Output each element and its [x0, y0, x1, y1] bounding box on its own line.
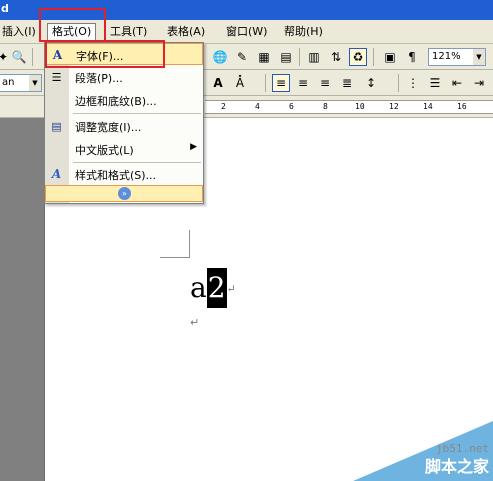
menu-table[interactable]: 表格(A)	[163, 24, 209, 40]
ruler-tick: 16	[457, 102, 467, 111]
font-name-combo[interactable]: an ▼	[0, 74, 42, 92]
ruler-tick: 2	[221, 102, 226, 111]
numbering-icon[interactable]: ⋮	[404, 74, 422, 92]
drawing-icon[interactable]: ♻	[349, 48, 367, 66]
char-border-icon[interactable]: A	[209, 74, 227, 92]
submenu-arrow-icon: ▶	[190, 142, 197, 152]
menu-item-label: 段落(P)...	[75, 72, 123, 85]
hyperlink-icon[interactable]: 🌐	[211, 48, 229, 66]
title-bar: d	[0, 0, 493, 20]
format-menu-dropdown: A 字体(F)... ☰ 段落(P)... 边框和底纹(B)... ▤ 调整宽度…	[44, 42, 204, 204]
menu-item-label: 样式和格式(S)...	[75, 169, 157, 182]
align-center-icon[interactable]: ≡	[294, 74, 312, 92]
toolbar-separator	[32, 48, 33, 66]
bullets-icon[interactable]: ☰	[426, 74, 444, 92]
menu-expand-button[interactable]: »	[45, 185, 203, 202]
font-A-icon: A	[52, 48, 63, 62]
ruler-tick: 8	[323, 102, 328, 111]
decrease-indent-icon[interactable]: ⇤	[448, 74, 466, 92]
styles-A-icon: A	[51, 167, 62, 181]
adjust-width-icon: ▤	[51, 119, 62, 133]
margin-crop-mark	[160, 257, 189, 258]
menu-item-font[interactable]: A 字体(F)...	[45, 43, 203, 65]
margin-crop-mark	[189, 230, 190, 258]
menu-item-label: 边框和底纹(B)...	[75, 95, 157, 108]
paragraph-mark: ↵	[226, 282, 236, 296]
menu-separator	[73, 113, 201, 114]
chevron-down-icon[interactable]: ▼	[473, 49, 485, 65]
ruler-strip: 2 4 6 8 10 12 14 16	[205, 100, 493, 114]
window-title: d	[1, 2, 9, 15]
excel-sheet-icon[interactable]: ▤	[277, 48, 295, 66]
menu-item-label: 字体(F)...	[76, 50, 124, 63]
zoom-combo[interactable]: 121% ▼	[428, 48, 486, 66]
document-map-icon[interactable]: ▣	[381, 48, 399, 66]
menu-item-borders[interactable]: 边框和底纹(B)...	[45, 89, 203, 111]
phonetic-guide-icon[interactable]: A̽	[231, 74, 249, 92]
ruler-tick: 4	[255, 102, 260, 111]
chevron-down-icon[interactable]: ▼	[29, 75, 41, 91]
search-icon[interactable]: 🔍	[10, 48, 28, 66]
document-paragraph[interactable]: a2↵	[190, 268, 236, 310]
text-direction-icon[interactable]: ⇅	[327, 48, 345, 66]
menu-help[interactable]: 帮助(H)	[280, 24, 327, 40]
distributed-icon[interactable]: ≣	[338, 74, 356, 92]
left-margin-area	[0, 118, 44, 481]
toolbar-separator	[299, 48, 300, 66]
menu-item-label: 中文版式(L)	[75, 144, 134, 157]
paragraph-icon: ☰	[51, 70, 62, 84]
paragraph-mark: ↵	[190, 316, 200, 329]
menu-item-adjust-width[interactable]: ▤ 调整宽度(I)...	[45, 115, 203, 137]
menu-item-styles[interactable]: A 样式和格式(S)...	[45, 163, 203, 185]
ruler-tick: 14	[423, 102, 433, 111]
justify-left-icon[interactable]: ≡	[272, 74, 290, 92]
ruler-tick: 12	[389, 102, 399, 111]
document-text[interactable]: a	[190, 271, 207, 304]
menu-bar: 插入(I) 格式(O) 工具(T) 表格(A) 窗口(W) 帮助(H)	[0, 20, 493, 44]
align-right-icon[interactable]: ≡	[316, 74, 334, 92]
zoom-value: 121%	[432, 51, 461, 62]
menu-format[interactable]: 格式(O)	[47, 23, 97, 44]
menu-item-label: 调整宽度(I)...	[75, 121, 142, 134]
ruler-tick: 6	[289, 102, 294, 111]
menu-tools[interactable]: 工具(T)	[106, 24, 151, 40]
menu-window[interactable]: 窗口(W)	[222, 24, 271, 40]
ruler-tick: 10	[355, 102, 365, 111]
line-spacing-icon[interactable]: ↕	[362, 74, 380, 92]
menu-item-asian-layout[interactable]: 中文版式(L) ▶	[45, 138, 203, 160]
font-name-value: an	[2, 77, 15, 88]
insert-table-icon[interactable]: ▦	[255, 48, 273, 66]
site-watermark: jb51.net 脚本之家	[353, 421, 493, 481]
menu-insert[interactable]: 插入(I)	[0, 24, 40, 40]
toolbar-separator	[398, 74, 399, 92]
columns-icon[interactable]: ▥	[305, 48, 323, 66]
menu-item-paragraph[interactable]: ☰ 段落(P)...	[45, 66, 203, 88]
selected-text[interactable]: 2	[206, 268, 227, 308]
increase-indent-icon[interactable]: ⇥	[470, 74, 488, 92]
double-chevron-down-icon: »	[118, 187, 131, 200]
edit-icon[interactable]: ✎	[233, 48, 251, 66]
watermark-name: 脚本之家	[424, 457, 489, 476]
toolbar-separator	[265, 74, 266, 92]
toolbar-separator	[373, 48, 374, 66]
show-hide-icon[interactable]: ¶	[403, 48, 421, 66]
